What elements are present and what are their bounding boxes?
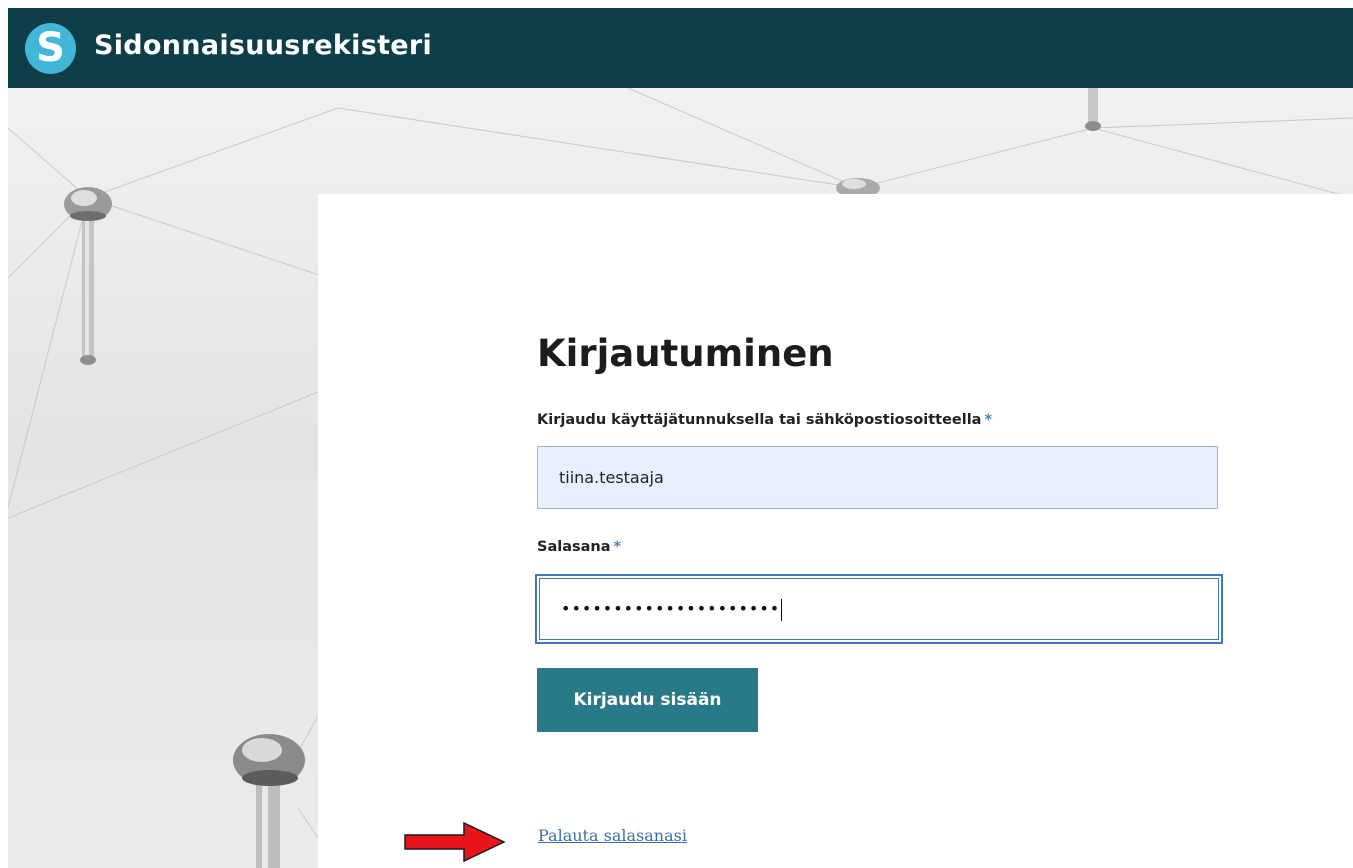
top-bar: S Sidonnaisuusrekisteri xyxy=(8,8,1353,88)
red-arrow-icon xyxy=(404,822,506,862)
password-value: ••••••••••••••••••••• xyxy=(561,599,781,618)
username-label-text: Kirjaudu käyttäjätunnuksella tai sähköpo… xyxy=(537,412,982,428)
password-input[interactable]: ••••••••••••••••••••• xyxy=(535,574,1223,644)
text-cursor xyxy=(781,598,783,621)
logo-icon[interactable]: S xyxy=(25,23,76,74)
site-title[interactable]: Sidonnaisuusrekisteri xyxy=(94,26,432,66)
username-input[interactable]: tiina.testaaja xyxy=(537,446,1218,509)
password-label: Salasana * xyxy=(537,537,621,557)
required-marker: * xyxy=(984,412,993,428)
username-label: Kirjaudu käyttäjätunnuksella tai sähköpo… xyxy=(537,410,992,430)
reset-password-link[interactable]: Palauta salasanasi xyxy=(538,825,687,847)
page-title: Kirjautuminen xyxy=(537,332,834,375)
login-card: Kirjautuminen Kirjaudu käyttäjätunnuksel… xyxy=(318,194,1353,868)
page-frame: S Sidonnaisuusrekisteri Kirjautuminen Ki… xyxy=(8,8,1353,868)
password-label-text: Salasana xyxy=(537,539,611,555)
required-marker: * xyxy=(613,539,622,555)
login-button[interactable]: Kirjaudu sisään xyxy=(537,668,758,732)
